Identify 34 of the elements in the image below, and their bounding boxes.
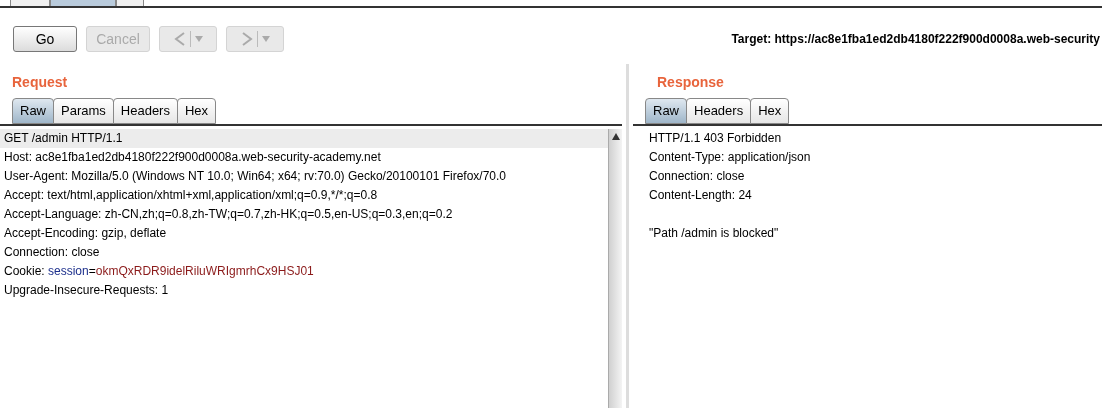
request-line: User-Agent: Mozilla/5.0 (Windows NT 10.0; Win64; x64; rv:70.0) Gecko/20100101 Firefox/70.0: [4, 168, 507, 185]
response-line: Content-Type: application/json: [649, 149, 812, 166]
request-line: Upgrade-Insecure-Requests: 1: [4, 282, 170, 299]
target-url: Target: https://ac8e1fba1ed2db4180f222f900d0008a.web-security: [731, 31, 1100, 48]
caret-icon: [261, 36, 270, 42]
request-line: Accept: text/html,application/xhtml+xml,application/xml;q=0.9,*/*;q=0.8: [4, 187, 379, 204]
response-line: Connection: close: [649, 168, 746, 185]
request-line: Host: ac8e1fba1ed2db4180f222f900d0008a.web-security-academy.net: [4, 149, 382, 166]
response-editor[interactable]: HTTP/1.1 403 Forbidden Content-Type: application/json Connection: close Content-Length: 24 "Path /admin is blocked": [645, 129, 1102, 408]
tab[interactable]: [50, 0, 116, 6]
tab[interactable]: Raw: [645, 98, 687, 124]
tab[interactable]: [116, 0, 144, 6]
tab[interactable]: Headers: [686, 98, 752, 124]
request-line: Connection: close: [4, 244, 101, 261]
request-line: Accept-Language: zh-CN,zh;q=0.8,zh-TW;q=0.7,zh-HK;q=0.5,en-US;q=0.3,en;q=0.2: [4, 206, 454, 223]
tab[interactable]: Headers: [112, 98, 178, 124]
tab[interactable]: Hex: [176, 98, 217, 124]
panel-title: Request: [11, 73, 69, 92]
go-button[interactable]: Go: [13, 26, 77, 52]
scrollbar[interactable]: [608, 129, 622, 408]
panel-title: Response: [656, 73, 725, 92]
response-body: "Path /admin is blocked": [649, 225, 780, 242]
response-line: HTTP/1.1 403 Forbidden: [649, 130, 783, 147]
tab[interactable]: Raw: [12, 98, 54, 124]
request-line: Accept-Encoding: gzip, deflate: [4, 225, 168, 242]
right-chevron-icon: [240, 31, 253, 47]
left-chevron-icon: [173, 31, 186, 47]
tab[interactable]: Params: [53, 98, 114, 124]
response-line: Content-Length: 24: [649, 187, 753, 204]
tab[interactable]: [10, 0, 50, 6]
tab[interactable]: Hex: [750, 98, 790, 124]
scroll-up-icon[interactable]: [611, 133, 620, 141]
request-line: Cookie: session=okmQxRDR9idelRiluWRIgmrhCx9HSJ01: [4, 263, 315, 280]
caret-icon: [194, 36, 203, 42]
